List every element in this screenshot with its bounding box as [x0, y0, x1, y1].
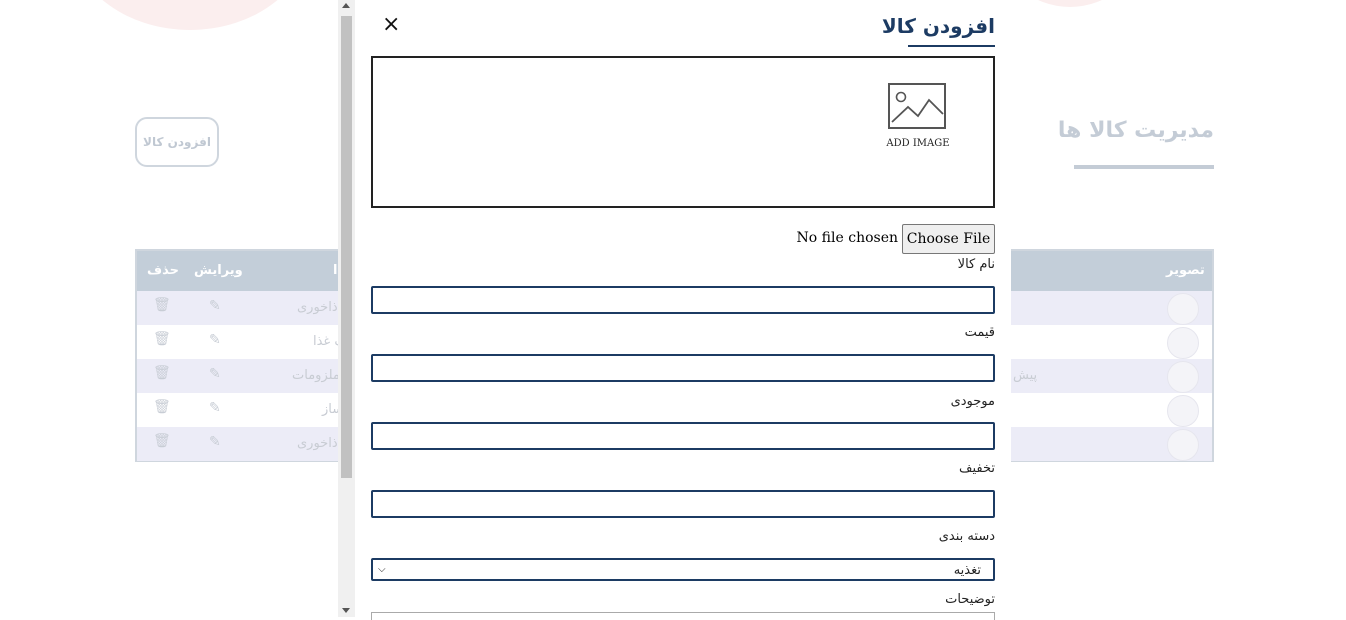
- price-input[interactable]: [371, 354, 995, 382]
- scroll-down-arrow-icon[interactable]: [342, 608, 350, 613]
- page-title: مدیریت کالا ها: [1057, 118, 1214, 143]
- product-thumbnail: [1167, 327, 1199, 359]
- add-product-modal: × افزودن کالا ADD IMAGE Choose File No f…: [338, 0, 1011, 620]
- header-delete: حذف: [147, 263, 179, 278]
- trash-icon[interactable]: 🗑: [153, 365, 171, 381]
- trash-icon[interactable]: 🗑: [153, 433, 171, 449]
- header-edit: ویرایش: [194, 263, 243, 278]
- add-image-caption: ADD IMAGE: [886, 138, 950, 149]
- header-name: ا: [333, 263, 338, 278]
- price-label: قیمت: [964, 325, 995, 340]
- row-partial-text: پیش: [1013, 368, 1038, 383]
- category-label: دسته بندی: [938, 529, 995, 544]
- product-thumbnail: [1167, 361, 1199, 393]
- edit-icon[interactable]: ✎: [209, 400, 221, 416]
- decorative-blob: [1000, 0, 1140, 7]
- row-name: ذاخوری: [297, 300, 338, 315]
- trash-icon[interactable]: 🗑: [153, 331, 171, 347]
- stock-input[interactable]: [371, 422, 995, 450]
- modal-title: افزودن کالا: [881, 14, 995, 38]
- scroll-up-arrow-icon[interactable]: [342, 3, 350, 8]
- description-textarea[interactable]: [371, 612, 995, 620]
- image-upload-area[interactable]: ADD IMAGE: [371, 56, 995, 208]
- stock-label: موجودی: [950, 394, 995, 409]
- edit-icon[interactable]: ✎: [209, 298, 221, 314]
- close-button[interactable]: ×: [382, 14, 400, 36]
- product-thumbnail: [1167, 395, 1199, 427]
- chevron-down-icon: ⌵: [378, 564, 386, 575]
- file-status: No file chosen: [796, 230, 898, 246]
- name-input[interactable]: [371, 286, 995, 314]
- trash-icon[interactable]: 🗑: [153, 399, 171, 415]
- name-label: نام کالا: [957, 257, 995, 272]
- file-input: Choose File No file chosen: [371, 224, 995, 254]
- product-thumbnail: [1167, 293, 1199, 325]
- scroll-thumb[interactable]: [341, 16, 352, 478]
- edit-icon[interactable]: ✎: [209, 332, 221, 348]
- modal-title-underline: [908, 45, 995, 47]
- category-select[interactable]: تغذیه ⌵: [371, 558, 995, 581]
- discount-input[interactable]: [371, 490, 995, 518]
- header-image: تصویر: [1166, 263, 1205, 278]
- row-name: ملزومات: [292, 368, 340, 383]
- discount-label: تخفیف: [959, 461, 995, 476]
- trash-icon[interactable]: 🗑: [153, 297, 171, 313]
- scrollbar[interactable]: [338, 0, 355, 617]
- choose-file-button[interactable]: Choose File: [902, 224, 995, 254]
- add-product-button[interactable]: افزودن کالا: [135, 117, 219, 167]
- edit-icon[interactable]: ✎: [209, 366, 221, 382]
- description-label: توضیحات: [945, 592, 995, 607]
- edit-icon[interactable]: ✎: [209, 434, 221, 450]
- product-thumbnail: [1167, 429, 1199, 461]
- page-title-underline: [1074, 165, 1214, 169]
- decorative-blob: [70, 0, 310, 30]
- image-placeholder-icon: [888, 83, 946, 129]
- category-selected-value: تغذیه: [953, 563, 981, 578]
- row-name: ذاخوری: [297, 436, 338, 451]
